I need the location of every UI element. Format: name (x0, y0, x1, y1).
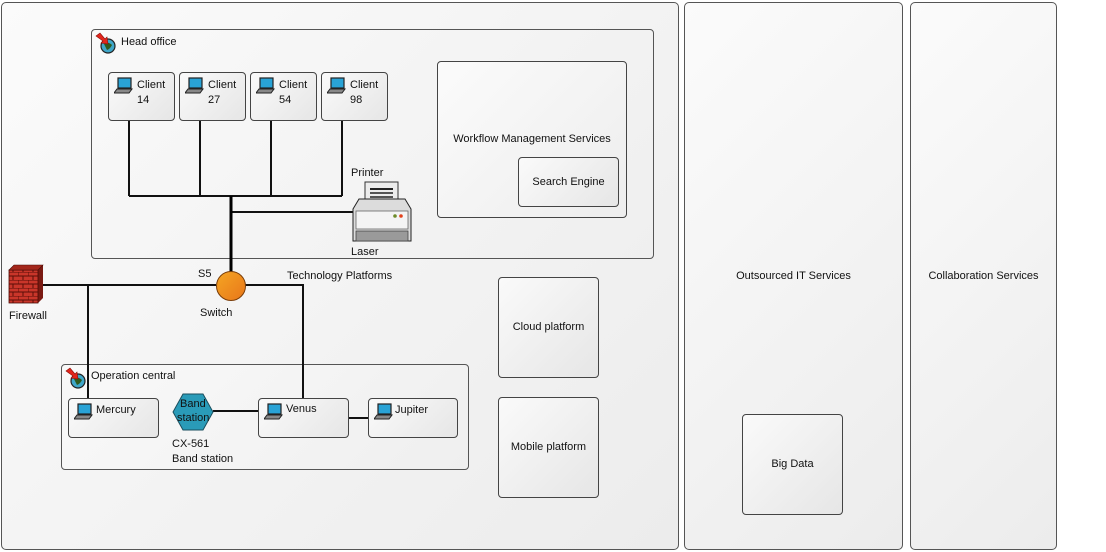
mercury-node[interactable]: Mercury (68, 398, 159, 438)
connections (42, 121, 369, 419)
printer-caption: Laser (351, 246, 379, 258)
laptop-icon (74, 403, 93, 420)
firewall-label: Firewall (9, 310, 47, 322)
wire-tech (245, 284, 304, 398)
laptop-icon (264, 403, 283, 420)
mercury-label: Mercury (96, 404, 136, 416)
band-station-caption: Band station (172, 453, 234, 465)
laptop-icon (374, 403, 393, 420)
switch-label: Switch (200, 307, 233, 319)
switch-icon[interactable] (215, 270, 247, 302)
band-station-text-1: Band (180, 398, 206, 410)
operation-central-title: Operation central (91, 370, 176, 382)
printer-label: Printer (351, 167, 384, 179)
venus-label: Venus (286, 403, 317, 415)
jupiter-label: Jupiter (395, 404, 429, 416)
venus-node[interactable]: Venus (258, 398, 349, 438)
location-icon (65, 367, 86, 389)
firewall-icon[interactable] (8, 264, 44, 304)
band-station-id: CX-561 (172, 438, 210, 450)
technology-platforms-label: Technology Platforms (287, 270, 393, 282)
band-station-text-2: station (177, 412, 210, 424)
jupiter-node[interactable]: Jupiter (368, 398, 458, 438)
switch-id: S5 (198, 268, 212, 280)
printer-icon[interactable] (351, 181, 413, 245)
